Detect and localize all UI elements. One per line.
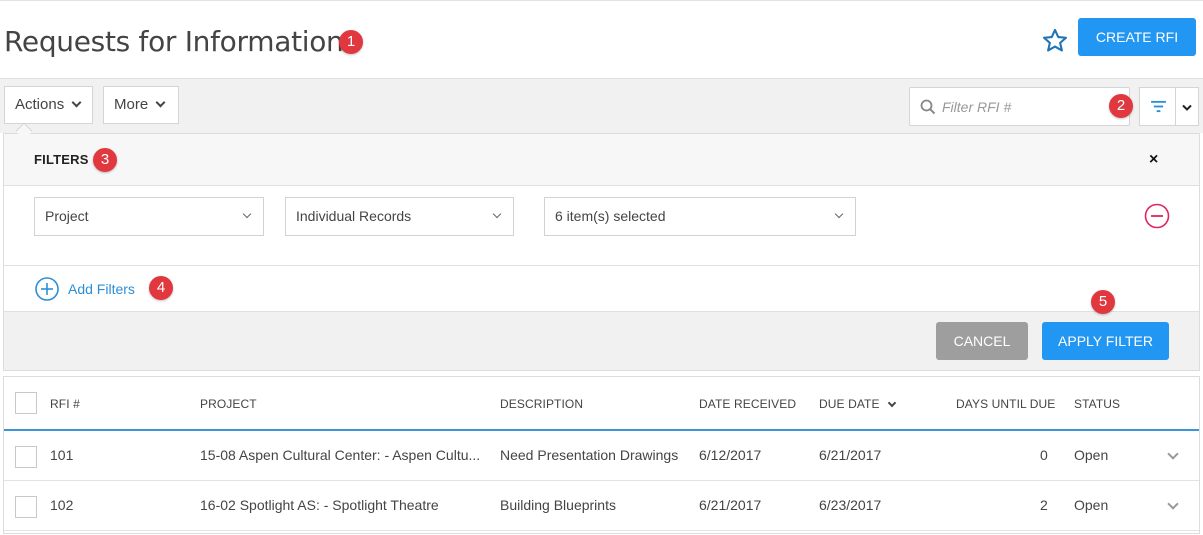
chevron-down-icon	[242, 209, 252, 219]
star-icon[interactable]	[1041, 27, 1069, 55]
actions-dropdown[interactable]: Actions	[4, 86, 93, 124]
rfi-table: RFI # PROJECT DESCRIPTION DATE RECEIVED …	[3, 376, 1200, 534]
chevron-down-icon	[155, 97, 166, 108]
cell-rfi: 102	[50, 497, 74, 513]
remove-circle-icon[interactable]	[1144, 203, 1170, 229]
chevron-down-icon	[71, 97, 82, 108]
cell-due-date: 6/21/2017	[819, 447, 882, 463]
table-row[interactable]: 101 15-08 Aspen Cultural Center: - Aspen…	[4, 431, 1199, 481]
cell-description: Building Blueprints	[500, 497, 616, 513]
cell-status: Open	[1074, 447, 1109, 463]
chevron-down-icon	[1182, 104, 1192, 111]
search-icon	[920, 99, 936, 115]
select-all-checkbox[interactable]	[15, 392, 37, 414]
row-checkbox[interactable]	[15, 496, 37, 518]
table-header: RFI # PROJECT DESCRIPTION DATE RECEIVED …	[4, 377, 1199, 431]
row-checkbox[interactable]	[15, 446, 37, 468]
due-date-label: DUE DATE	[819, 397, 880, 411]
filters-header: FILTERS 3 ×	[4, 134, 1199, 186]
apply-filter-button[interactable]: APPLY FILTER	[1042, 322, 1169, 360]
filter-mode-select[interactable]: Individual Records	[285, 197, 514, 236]
column-header-due-date[interactable]: DUE DATE	[819, 397, 896, 411]
column-header-project[interactable]: PROJECT	[200, 397, 257, 411]
more-label: More	[114, 96, 149, 113]
search-box[interactable]	[909, 87, 1130, 126]
callout-badge-1: 1	[339, 30, 363, 54]
column-header-date-received[interactable]: DATE RECEIVED	[699, 397, 796, 411]
more-dropdown[interactable]: More	[103, 86, 179, 124]
callout-badge-5: 5	[1091, 290, 1115, 314]
cancel-button[interactable]: CANCEL	[936, 322, 1028, 360]
cell-date-received: 6/21/2017	[699, 497, 762, 513]
column-header-description[interactable]: DESCRIPTION	[500, 397, 583, 411]
add-filters-row: Add Filters 4	[4, 266, 1199, 312]
cell-rfi: 101	[50, 447, 74, 463]
cell-days-until-due: 0	[1040, 447, 1048, 463]
chevron-down-icon	[492, 209, 502, 219]
column-header-status[interactable]: STATUS	[1074, 397, 1120, 411]
cell-date-received: 6/12/2017	[699, 447, 762, 463]
filters-panel: FILTERS 3 × Project Individual Records 6…	[3, 133, 1200, 371]
toolbar: Actions More 2	[0, 78, 1203, 140]
callout-badge-3: 3	[93, 148, 117, 172]
page-header: Requests for Information 1 CREATE RFI	[0, 3, 1203, 78]
column-header-days-until-due[interactable]: DAYS UNTIL DUE	[956, 397, 1055, 411]
cell-due-date: 6/23/2017	[819, 497, 882, 513]
column-header-rfi[interactable]: RFI #	[50, 397, 80, 411]
filter-field-value: Project	[45, 208, 89, 224]
close-filters-icon[interactable]: ×	[1149, 151, 1158, 169]
expand-row-icon[interactable]	[1167, 498, 1179, 510]
filter-field-select[interactable]: Project	[34, 197, 264, 236]
filter-toggle-button[interactable]	[1139, 87, 1176, 126]
filters-title: FILTERS	[34, 152, 89, 167]
chevron-down-icon	[834, 209, 844, 219]
filter-options-dropdown[interactable]	[1175, 87, 1199, 126]
page-title: Requests for Information	[4, 25, 344, 58]
callout-badge-2: 2	[1109, 94, 1133, 118]
cell-description: Need Presentation Drawings	[500, 447, 679, 463]
table-row[interactable]: 102 16-02 Spotlight AS: - Spotlight Thea…	[4, 481, 1199, 531]
search-input[interactable]	[942, 96, 1122, 118]
callout-badge-4: 4	[149, 276, 173, 300]
expand-row-icon[interactable]	[1167, 448, 1179, 460]
cell-days-until-due: 2	[1040, 497, 1048, 513]
cell-project: 16-02 Spotlight AS: - Spotlight Theatre	[200, 497, 439, 513]
filters-footer: 5 CANCEL APPLY FILTER	[4, 290, 1199, 370]
filter-icon	[1151, 100, 1166, 113]
cell-project: 15-08 Aspen Cultural Center: - Aspen Cul…	[200, 447, 481, 463]
add-filters-link[interactable]: Add Filters	[68, 281, 135, 297]
create-rfi-button[interactable]: CREATE RFI	[1078, 18, 1196, 56]
sort-descending-icon	[887, 398, 896, 408]
filter-row: Project Individual Records 6 item(s) sel…	[4, 186, 1199, 266]
add-circle-icon[interactable]	[35, 277, 59, 301]
filter-value-text: 6 item(s) selected	[555, 208, 666, 224]
cell-status: Open	[1074, 497, 1109, 513]
actions-label: Actions	[15, 96, 65, 113]
filter-mode-value: Individual Records	[296, 208, 412, 224]
filter-value-select[interactable]: 6 item(s) selected	[544, 197, 856, 236]
